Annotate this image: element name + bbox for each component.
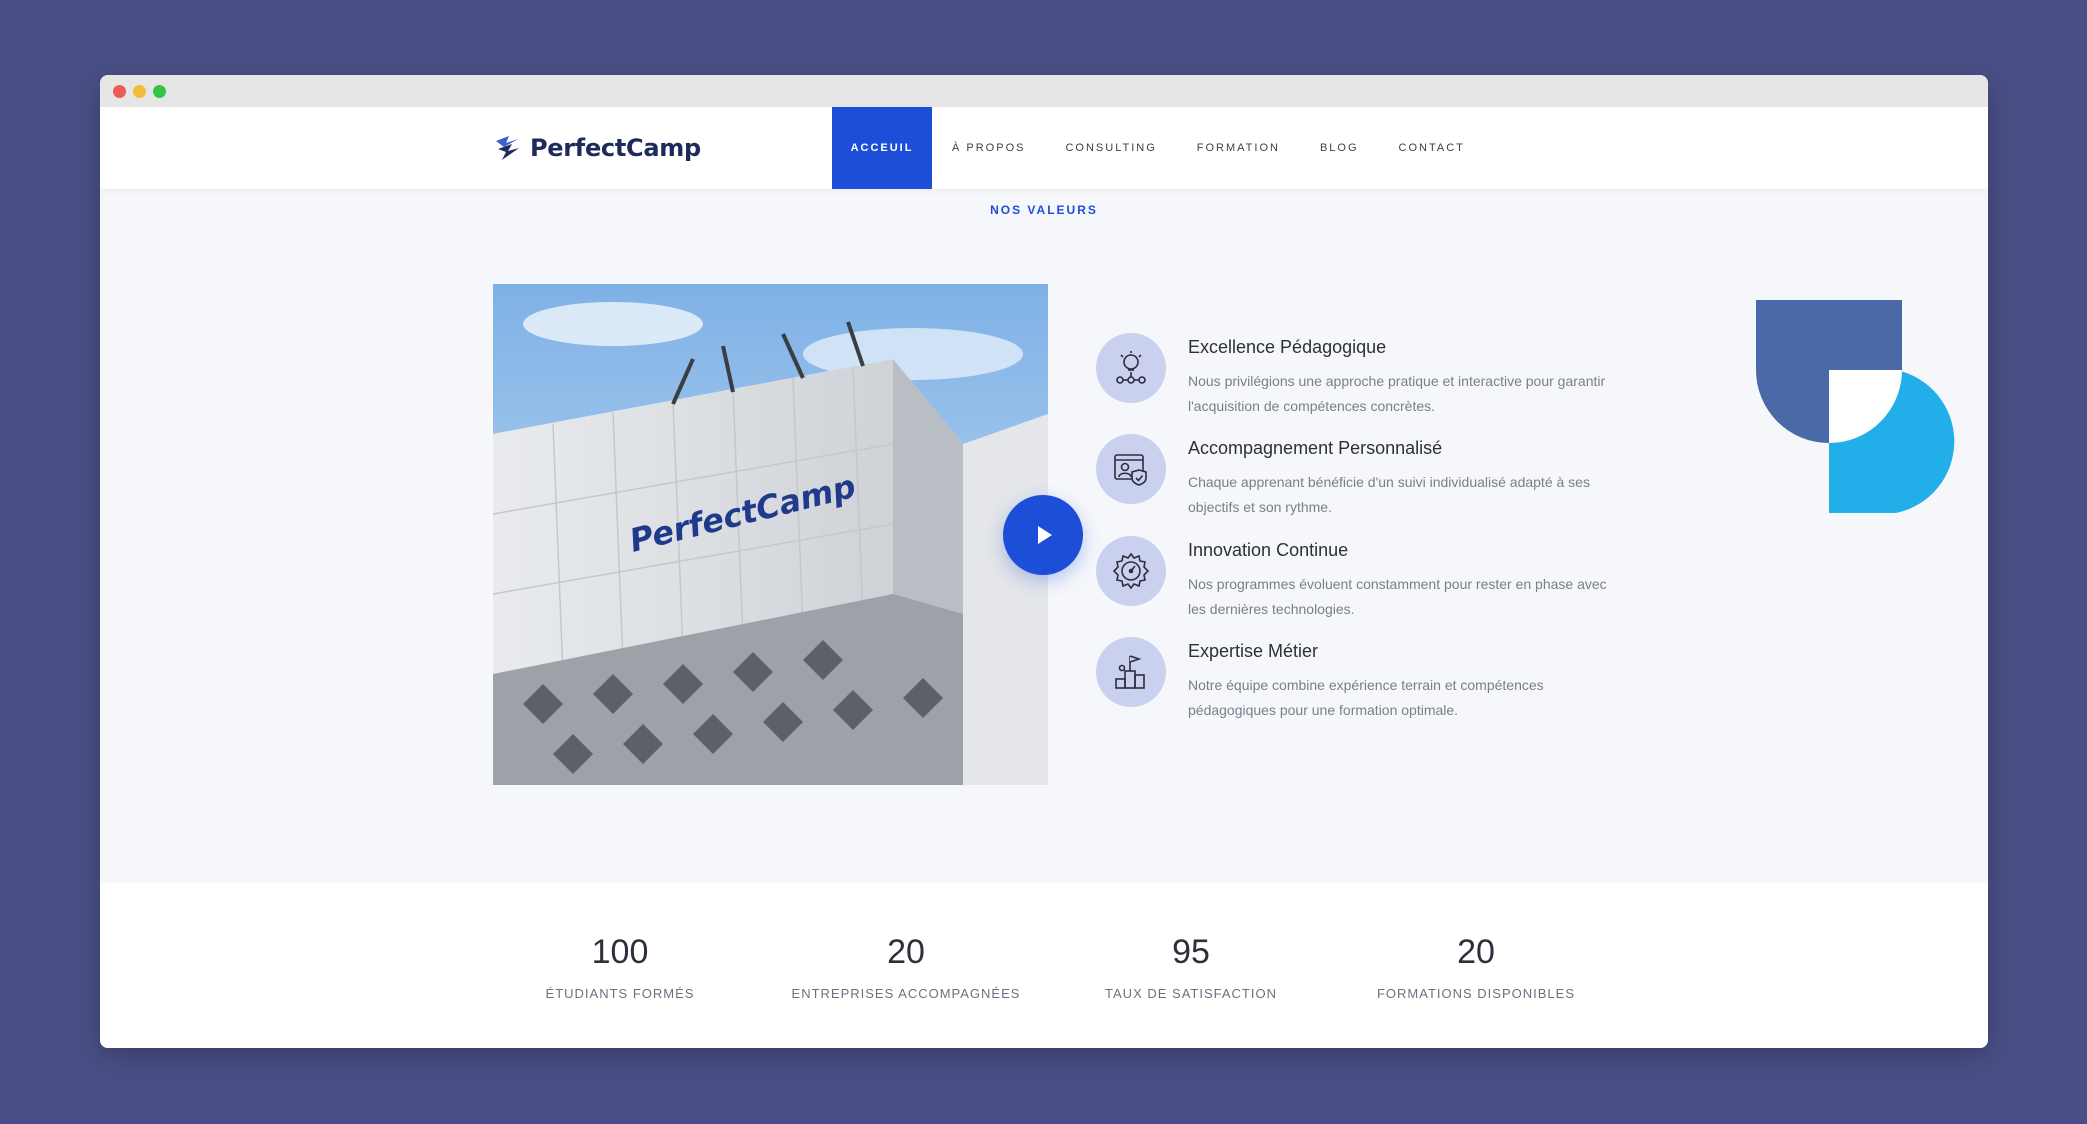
brand-name: PerfectCamp <box>530 134 701 162</box>
value-title: Excellence Pédagogique <box>1188 337 1387 357</box>
logo-mark-icon <box>496 136 519 160</box>
value-item: Accompagnement Personnalisé Chaque appre… <box>1096 434 1616 524</box>
main-navigation: ACCEUIL À PROPOS CONSULTING FORMATION BL… <box>832 107 1485 189</box>
stat-value: 95 <box>1172 933 1210 971</box>
lightbulb-network-icon <box>1096 333 1166 403</box>
stat-item: 20 FORMATIONS DISPONIBLES <box>1326 883 1626 1001</box>
value-title: Innovation Continue <box>1188 540 1349 560</box>
building-photo: PerfectCamp <box>493 284 1048 785</box>
nav-item-a-propos[interactable]: À PROPOS <box>932 107 1045 189</box>
stat-label: TAUX DE SATISFACTION <box>1105 986 1277 1001</box>
podium-flag-icon <box>1096 637 1166 707</box>
value-item: Excellence Pédagogique Nous privilégions… <box>1096 333 1616 423</box>
stat-item: 100 ÉTUDIANTS FORMÉS <box>470 883 770 1001</box>
site-logo[interactable]: PerfectCamp <box>492 133 701 163</box>
value-item: Expertise Métier Notre équipe combine ex… <box>1096 637 1616 727</box>
nav-item-accueil[interactable]: ACCEUIL <box>832 107 932 189</box>
stat-label: ENTREPRISES ACCOMPAGNÉES <box>791 986 1021 1001</box>
section-label: NOS VALEURS <box>990 203 1098 217</box>
nav-item-consulting[interactable]: CONSULTING <box>1045 107 1176 189</box>
gear-gauge-icon <box>1096 536 1166 606</box>
stat-item: 20 ENTREPRISES ACCOMPAGNÉES <box>756 883 1056 1001</box>
value-description: Chaque apprenant bénéficie d'un suivi in… <box>1188 474 1590 515</box>
value-description: Notre équipe combine expérience terrain … <box>1188 677 1544 718</box>
nav-item-contact[interactable]: CONTACT <box>1379 107 1485 189</box>
decorative-shape <box>1756 300 1955 513</box>
stats-section: 100 ÉTUDIANTS FORMÉS 20 ENTREPRISES ACCO… <box>100 883 1988 1048</box>
stat-label: ÉTUDIANTS FORMÉS <box>545 986 695 1001</box>
play-video-button[interactable] <box>1003 495 1083 575</box>
play-icon <box>1038 526 1052 544</box>
stat-value: 100 <box>591 933 649 971</box>
value-description: Nous privilégions une approche pratique … <box>1188 373 1606 414</box>
value-item: Innovation Continue Nos programmes évolu… <box>1096 536 1616 626</box>
stat-item: 95 TAUX DE SATISFACTION <box>1041 883 1341 1001</box>
stat-value: 20 <box>1457 933 1495 971</box>
value-title: Accompagnement Personnalisé <box>1188 438 1443 458</box>
minimize-window-button[interactable] <box>133 85 146 98</box>
browser-titlebar <box>100 75 1988 107</box>
stat-label: FORMATIONS DISPONIBLES <box>1376 986 1575 1001</box>
close-window-button[interactable] <box>113 85 126 98</box>
maximize-window-button[interactable] <box>153 85 166 98</box>
user-shield-icon <box>1096 434 1166 504</box>
value-description: Nos programmes évoluent constamment pour… <box>1188 576 1607 617</box>
nav-item-formation[interactable]: FORMATION <box>1177 107 1300 189</box>
browser-window: PerfectCamp ACCEUIL À PROPOS CONSULTING … <box>100 75 1988 1048</box>
nav-item-blog[interactable]: BLOG <box>1300 107 1379 189</box>
value-title: Expertise Métier <box>1188 641 1319 661</box>
site-header: PerfectCamp ACCEUIL À PROPOS CONSULTING … <box>100 107 1988 189</box>
stat-value: 20 <box>887 933 925 971</box>
